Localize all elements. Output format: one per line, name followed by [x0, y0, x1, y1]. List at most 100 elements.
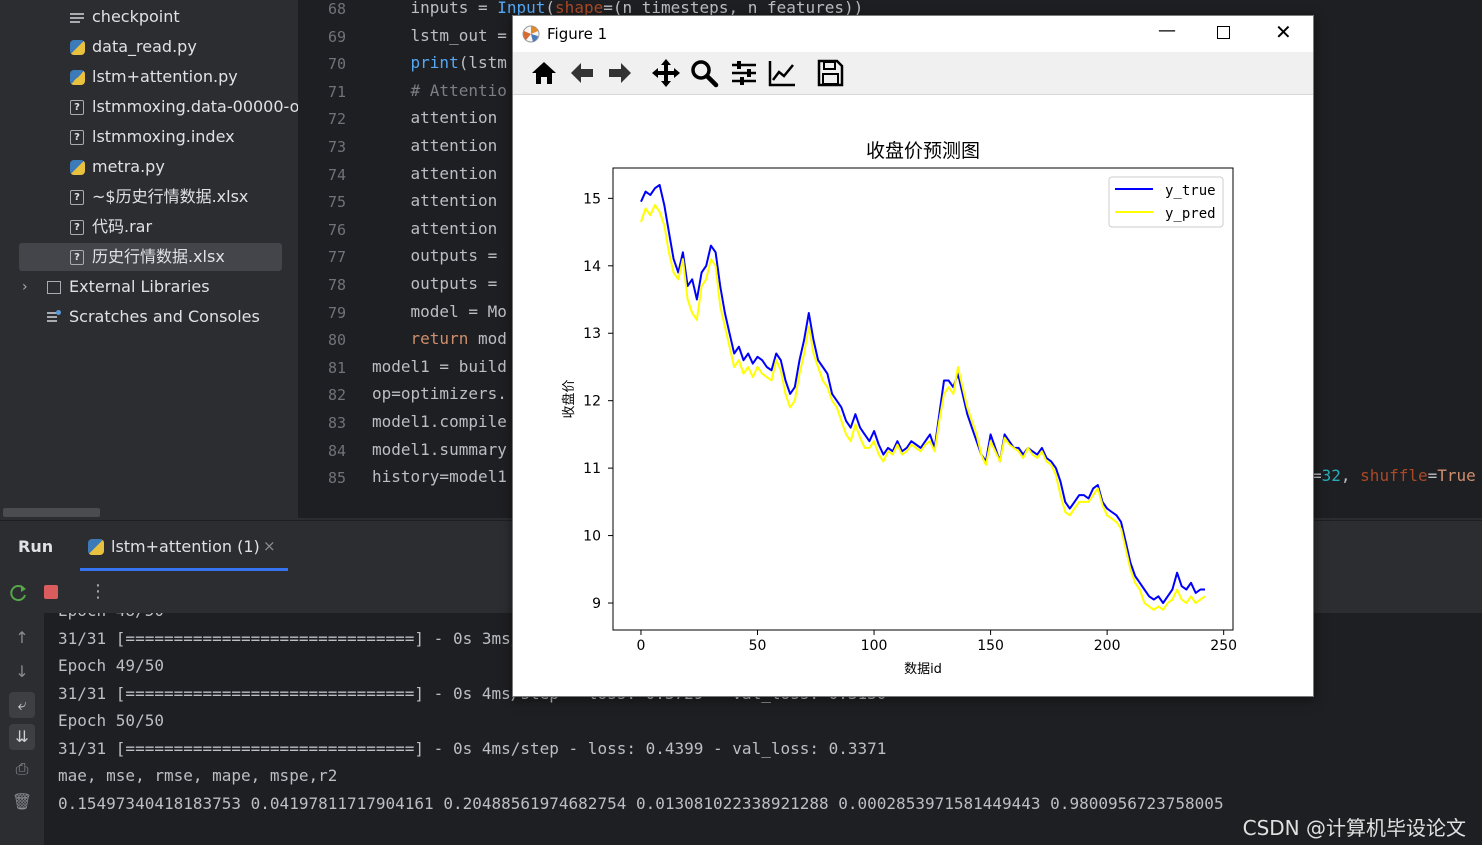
line-number: 78 [327, 276, 346, 294]
x-axis-label: 数据id [904, 662, 942, 677]
chevron-right-icon[interactable]: › [22, 273, 28, 301]
project-tree: checkpoint data_read.py lstm+attention.py?… [0, 0, 305, 518]
python-file-icon [70, 70, 85, 85]
matplotlib-logo-icon [522, 25, 540, 43]
tree-item[interactable]: lstm+attention.py [0, 63, 297, 91]
console-line: Epoch 49/50 [58, 656, 164, 675]
tree-item-label: checkpoint [92, 7, 180, 26]
more-options-icon[interactable]: ⋮ [89, 581, 107, 602]
code-line: attention [372, 191, 498, 211]
zoom-magnifier-icon[interactable] [689, 58, 719, 88]
forward-arrow-icon[interactable] [605, 58, 635, 88]
library-icon [47, 281, 61, 294]
code-line: model1.compile [372, 412, 507, 431]
home-icon[interactable] [529, 58, 559, 88]
tree-item[interactable]: metra.py [0, 153, 297, 181]
x-tick-label: 150 [977, 638, 1004, 654]
console-side-toolbar: ↑ ↓ ⤶ ⇊ ⎙ 🗑 [0, 613, 44, 845]
code-line: attention [372, 108, 498, 128]
line-number: 72 [327, 110, 346, 129]
line-number: 74 [327, 165, 346, 184]
code-line: model1 = build [372, 356, 507, 376]
console-line: Epoch 50/50 [58, 711, 164, 730]
tree-item[interactable]: ? lstmmoxing.index [0, 123, 297, 151]
y-tick-label: 14 [583, 259, 601, 275]
line-number: 71 [327, 82, 346, 101]
tree-item[interactable]: Scratches and Consoles [0, 303, 297, 331]
line-number: 76 [327, 220, 346, 239]
close-window-icon[interactable]: ✕ [1275, 20, 1292, 44]
stop-icon[interactable] [44, 585, 58, 599]
clear-trash-icon[interactable]: 🗑 [9, 789, 35, 815]
line-chart[interactable]: 收盘价预测图 0 50 100 150 200 250 9 10 11 12 13 14 15 数据i… [513, 95, 1313, 695]
line-number: 77 [327, 248, 346, 267]
tree-item-label: metra.py [92, 157, 165, 176]
code-line: attention [372, 136, 498, 155]
run-panel-title: Run [18, 537, 54, 556]
code-line: history=model1 [372, 467, 507, 487]
back-arrow-icon[interactable] [567, 58, 597, 88]
line-number: 81 [327, 358, 346, 377]
run-tab[interactable]: lstm+attention (1) × [80, 527, 288, 571]
save-floppy-icon[interactable] [815, 58, 845, 88]
tree-item[interactable]: ? ~$历史行情数据.xlsx [0, 183, 297, 211]
minimize-icon[interactable]: — [1158, 20, 1176, 41]
tree-item-label: Scratches and Consoles [69, 307, 260, 326]
edit-axis-icon[interactable] [767, 58, 797, 88]
x-axis: 0 50 100 150 200 250 [637, 630, 1237, 654]
tree-horizontal-scrollbar[interactable] [3, 508, 100, 517]
pan-move-icon[interactable] [651, 58, 681, 88]
figure-toolbar [513, 52, 1313, 95]
y-axis: 9 10 11 12 13 14 15 [583, 191, 613, 612]
scroll-up-icon[interactable]: ↑ [9, 625, 35, 651]
scratches-icon [47, 310, 61, 324]
rerun-icon[interactable] [9, 583, 29, 603]
y-axis-label: 收盘价 [561, 379, 577, 418]
code-line: print(lstm [410, 53, 507, 73]
y-tick-label: 13 [583, 326, 601, 342]
print-icon[interactable]: ⎙ [9, 756, 35, 782]
legend-label-y-true: y_true [1165, 183, 1216, 199]
unknown-file-icon: ? [70, 100, 84, 115]
maximize-icon[interactable] [1217, 26, 1230, 39]
python-icon [88, 539, 104, 555]
document-icon [70, 10, 85, 25]
line-number: 82 [327, 386, 346, 405]
tree-item[interactable]: ? lstmmoxing.data-00000-of [0, 93, 305, 121]
close-tab-icon[interactable]: × [263, 537, 276, 555]
unknown-file-icon: ? [70, 130, 84, 145]
scroll-down-icon[interactable]: ↓ [9, 659, 35, 685]
x-tick-label: 50 [749, 638, 767, 654]
code-line-85-tail: =32, shuffle=True [1312, 466, 1476, 485]
legend: y_true y_pred [1108, 176, 1224, 228]
line-number: 84 [327, 441, 346, 460]
console-line: Epoch 48/50 [58, 613, 164, 620]
tree-item-label: lstmmoxing.index [92, 127, 235, 146]
python-file-icon [70, 40, 85, 55]
tree-item[interactable]: ? 历史行情数据.xlsx [19, 243, 282, 271]
unknown-file-icon: ? [70, 220, 84, 235]
y-tick-label: 10 [583, 529, 601, 545]
line-number: 83 [327, 414, 346, 432]
tree-item-label: 历史行情数据.xlsx [92, 247, 225, 266]
code-line: outputs = [372, 274, 498, 293]
axes-frame [612, 167, 1234, 631]
code-line: attention [372, 218, 498, 238]
configure-subplots-icon[interactable] [729, 58, 759, 88]
scroll-to-end-icon[interactable]: ⇊ [9, 724, 35, 750]
figure-titlebar[interactable]: Figure 1 — ✕ [513, 16, 1313, 52]
figure-window[interactable]: Figure 1 — ✕ 收盘价预测图 0 50 100 150 200 250… [512, 15, 1314, 697]
y-tick-label: 9 [592, 596, 601, 612]
tree-item[interactable]: › External Libraries [0, 273, 297, 301]
x-tick-label: 0 [637, 638, 646, 654]
soft-wrap-icon[interactable]: ⤶ [9, 692, 35, 718]
line-number: 79 [327, 303, 346, 322]
line-number: 75 [327, 193, 346, 212]
tree-item-label: lstm+attention.py [92, 67, 238, 86]
y-tick-label: 15 [583, 191, 601, 207]
legend-label-y-pred: y_pred [1165, 206, 1216, 222]
tree-item[interactable]: checkpoint [0, 3, 297, 31]
tree-item[interactable]: data_read.py [0, 33, 297, 61]
code-line: return mod [372, 329, 507, 349]
tree-item[interactable]: ? 代码.rar [0, 213, 297, 241]
